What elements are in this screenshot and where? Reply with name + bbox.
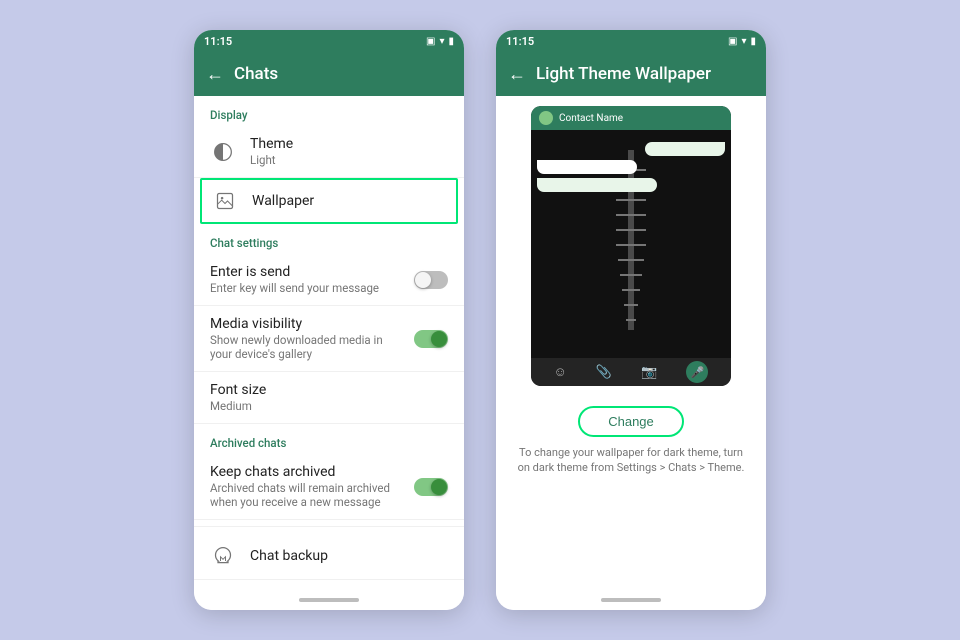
- app-bar-left: ← Chats: [194, 52, 464, 96]
- setting-item-font-size[interactable]: Font size Medium: [194, 372, 464, 424]
- bottom-bar-right: [496, 592, 766, 610]
- theme-text: Theme Light: [250, 136, 448, 167]
- page-title-left: Chats: [234, 64, 452, 84]
- theme-icon: [210, 139, 236, 165]
- camera-icon: 📷: [641, 365, 657, 380]
- wallpaper-text: Wallpaper: [252, 193, 446, 209]
- media-visibility-text: Media visibility Show newly downloaded m…: [210, 316, 400, 361]
- section-label-archived: Archived chats: [194, 424, 464, 454]
- wallpaper-note: To change your wallpaper for dark theme,…: [496, 445, 766, 476]
- enter-send-text: Enter is send Enter key will send your m…: [210, 264, 400, 295]
- status-bar-right: 11:15 ▣ ▾ ▮: [496, 30, 766, 52]
- setting-item-theme[interactable]: Theme Light: [194, 126, 464, 178]
- wp-header: Contact Name: [531, 106, 731, 130]
- right-phone: 11:15 ▣ ▾ ▮ ← Light Theme Wallpaper Cont…: [496, 30, 766, 610]
- wifi-icon: ▾: [439, 36, 444, 47]
- wallpaper-title: Wallpaper: [252, 193, 446, 209]
- change-button[interactable]: Change: [578, 406, 684, 437]
- battery-icon: ▮: [448, 36, 454, 47]
- theme-subtitle: Light: [250, 153, 448, 167]
- section-label-display: Display: [194, 96, 464, 126]
- enter-send-toggle[interactable]: [414, 271, 448, 289]
- signal-icon: ▣: [426, 36, 435, 47]
- page-title-right: Light Theme Wallpaper: [536, 64, 754, 84]
- emoji-icon: ☺: [554, 364, 567, 380]
- status-time-left: 11:15: [204, 35, 232, 48]
- wp-body: [531, 130, 731, 358]
- setting-item-chat-backup[interactable]: Chat backup: [194, 533, 464, 580]
- setting-item-wallpaper[interactable]: Wallpaper: [200, 178, 458, 224]
- status-icons-right: ▣ ▾ ▮: [728, 36, 756, 47]
- back-button-right[interactable]: ←: [508, 64, 526, 85]
- wp-avatar: [539, 111, 553, 125]
- font-size-subtitle: Medium: [210, 399, 448, 413]
- chat-backup-title: Chat backup: [250, 548, 448, 564]
- attach-icon: 📎: [596, 365, 612, 380]
- wp-bubble-received2: [537, 178, 657, 192]
- chat-backup-text: Chat backup: [250, 548, 448, 564]
- font-size-title: Font size: [210, 382, 448, 398]
- wp-bubble-sent: [645, 142, 725, 156]
- keep-archived-toggle[interactable]: [414, 478, 448, 496]
- keep-archived-subtitle: Archived chats will remain archived when…: [210, 481, 400, 509]
- wp-input-bar: ☺ 📎 📷 🎤: [531, 358, 731, 386]
- keep-archived-text: Keep chats archived Archived chats will …: [210, 464, 400, 509]
- wallpaper-icon: [212, 188, 238, 214]
- divider-1: [194, 526, 464, 527]
- setting-item-chat-history[interactable]: Chat history: [194, 580, 464, 592]
- wallpaper-content: Contact Name: [496, 96, 766, 592]
- keep-archived-title: Keep chats archived: [210, 464, 400, 480]
- wp-contact-name: Contact Name: [559, 113, 623, 124]
- app-bar-right: ← Light Theme Wallpaper: [496, 52, 766, 96]
- status-icons-left: ▣ ▾ ▮: [426, 36, 454, 47]
- setting-item-keep-archived[interactable]: Keep chats archived Archived chats will …: [194, 454, 464, 520]
- wallpaper-preview: Contact Name: [531, 106, 731, 386]
- theme-title: Theme: [250, 136, 448, 152]
- settings-content: Display Theme Light: [194, 96, 464, 592]
- signal-icon-right: ▣: [728, 36, 737, 47]
- wp-bubble-received: [537, 160, 637, 174]
- font-size-text: Font size Medium: [210, 382, 448, 413]
- home-indicator-left: [299, 598, 359, 602]
- battery-icon-right: ▮: [750, 36, 756, 47]
- status-bar-left: 11:15 ▣ ▾ ▮: [194, 30, 464, 52]
- bottom-bar-left: [194, 592, 464, 610]
- home-indicator-right: [601, 598, 661, 602]
- setting-item-media-visibility[interactable]: Media visibility Show newly downloaded m…: [194, 306, 464, 372]
- mic-button[interactable]: 🎤: [686, 361, 708, 383]
- back-button-left[interactable]: ←: [206, 64, 224, 85]
- status-time-right: 11:15: [506, 35, 534, 48]
- wifi-icon-right: ▾: [741, 36, 746, 47]
- media-visibility-title: Media visibility: [210, 316, 400, 332]
- media-visibility-toggle[interactable]: [414, 330, 448, 348]
- enter-send-title: Enter is send: [210, 264, 400, 280]
- section-label-chat-settings: Chat settings: [194, 224, 464, 254]
- enter-send-subtitle: Enter key will send your message: [210, 281, 400, 295]
- setting-item-enter-send[interactable]: Enter is send Enter key will send your m…: [194, 254, 464, 306]
- chat-backup-icon: [210, 543, 236, 569]
- change-button-container: Change: [578, 406, 684, 437]
- left-phone: 11:15 ▣ ▾ ▮ ← Chats Display Theme Light: [194, 30, 464, 610]
- media-visibility-subtitle: Show newly downloaded media in your devi…: [210, 333, 400, 361]
